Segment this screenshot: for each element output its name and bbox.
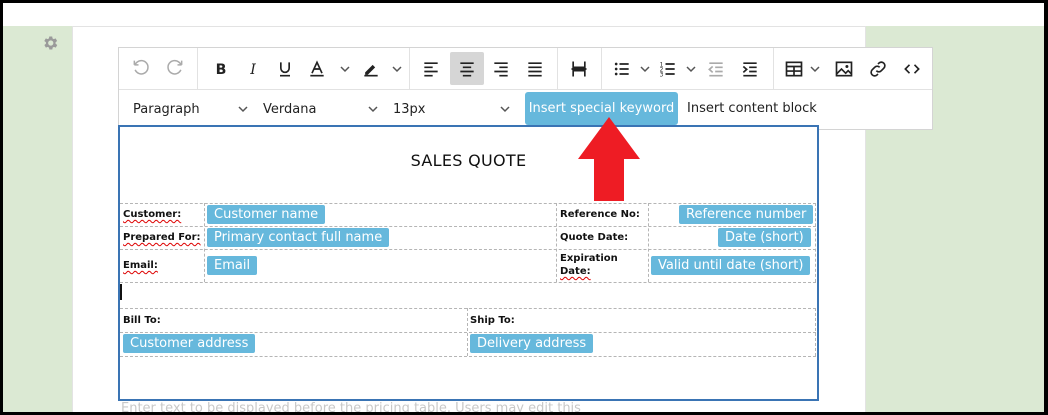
keyword-reference-number[interactable]: Reference number <box>679 205 814 224</box>
label-bill-to: Bill To: <box>123 315 161 326</box>
link-icon[interactable] <box>865 52 891 85</box>
chevron-down-icon[interactable] <box>639 48 651 89</box>
toolbar-divider <box>557 48 558 89</box>
outdent-icon[interactable] <box>703 52 729 85</box>
toolbar-divider <box>197 48 198 89</box>
editor-toolbar: B I 1 2 3 Paragraph Verdana 13px Insert … <box>118 47 933 130</box>
italic-icon[interactable]: I <box>239 52 267 85</box>
table-icon[interactable] <box>781 52 807 85</box>
chevron-down-icon[interactable] <box>391 48 403 89</box>
toolbar-divider <box>601 48 602 89</box>
table-border <box>648 203 649 282</box>
svg-text:B: B <box>216 62 227 78</box>
underline-icon[interactable] <box>271 52 299 85</box>
annotation-arrow-icon <box>578 117 640 201</box>
keyword-customer-name[interactable]: Customer name <box>207 205 326 224</box>
label-expiration: Expiration <box>560 253 618 264</box>
align-justify-icon[interactable] <box>521 52 549 85</box>
pricing-table-intro-hint[interactable]: Enter text to be displayed before the pr… <box>121 401 581 412</box>
label-ship-to: Ship To: <box>470 315 515 326</box>
toolbar-row-insert: Paragraph Verdana 13px Insert special ke… <box>119 89 932 129</box>
document-editor[interactable]: SALES QUOTE Customer: Customer name Refe… <box>118 125 819 401</box>
table-border <box>556 203 557 282</box>
chevron-down-icon[interactable] <box>685 48 697 89</box>
toolbar-row-formatting: B I 1 2 3 <box>119 48 932 90</box>
table-border <box>815 308 816 356</box>
svg-text:I: I <box>249 62 256 78</box>
label-customer: Customer: <box>123 209 182 220</box>
bullet-list-icon[interactable] <box>609 52 635 85</box>
chevron-down-icon[interactable] <box>367 89 379 129</box>
align-left-icon[interactable] <box>417 52 445 85</box>
chevron-down-icon[interactable] <box>237 89 249 129</box>
label-email: Email: <box>123 260 158 271</box>
table-border <box>467 308 468 356</box>
align-center-icon[interactable] <box>450 52 484 85</box>
chevron-down-icon[interactable] <box>499 89 511 129</box>
page-break-icon[interactable] <box>565 52 593 85</box>
top-strip <box>3 3 1044 26</box>
table-border <box>120 203 816 204</box>
table-border <box>120 356 816 357</box>
font-family-select[interactable]: Verdana <box>263 89 316 129</box>
keyword-valid-until-date[interactable]: Valid until date (short) <box>651 256 811 275</box>
font-size-value: 13px <box>393 101 426 117</box>
keyword-customer-address[interactable]: Customer address <box>123 334 256 353</box>
keyword-primary-contact[interactable]: Primary contact full name <box>207 228 390 247</box>
table-border <box>120 282 816 283</box>
svg-text:3: 3 <box>660 72 664 78</box>
document-title: SALES QUOTE <box>410 151 527 170</box>
numbered-list-icon[interactable]: 123 <box>655 52 681 85</box>
font-family-value: Verdana <box>263 101 317 117</box>
bold-icon[interactable]: B <box>207 52 235 85</box>
label-expiration-date: Date: <box>560 266 591 277</box>
block-format-value: Paragraph <box>133 101 200 117</box>
indent-icon[interactable] <box>737 52 763 85</box>
source-code-icon[interactable] <box>899 52 925 85</box>
font-size-select[interactable]: 13px <box>393 89 426 129</box>
insert-content-block-button[interactable]: Insert content block <box>687 92 817 125</box>
toolbar-divider <box>409 48 410 89</box>
keyword-delivery-address[interactable]: Delivery address <box>470 334 594 353</box>
text-color-icon[interactable] <box>303 52 331 85</box>
align-right-icon[interactable] <box>487 52 515 85</box>
label-prepared-for: Prepared For: <box>123 232 201 243</box>
keyword-email[interactable]: Email <box>207 256 258 275</box>
redo-icon[interactable] <box>161 52 189 85</box>
chevron-down-icon[interactable] <box>339 48 351 89</box>
toolbar-divider <box>773 48 774 89</box>
undo-icon[interactable] <box>127 52 155 85</box>
table-border <box>120 308 816 309</box>
table-border <box>120 226 816 227</box>
table-border <box>204 203 205 282</box>
block-format-select[interactable]: Paragraph <box>133 89 200 129</box>
text-cursor <box>120 284 122 300</box>
label-reference-no: Reference No: <box>560 209 640 220</box>
table-border <box>120 332 816 333</box>
image-icon[interactable] <box>831 52 857 85</box>
keyword-date-short[interactable]: Date (short) <box>718 228 811 247</box>
chevron-down-icon[interactable] <box>809 48 821 89</box>
gear-icon[interactable] <box>41 34 59 52</box>
highlight-color-icon[interactable] <box>357 52 385 85</box>
table-border <box>815 203 816 282</box>
table-border <box>120 249 816 250</box>
label-quote-date: Quote Date: <box>560 232 629 243</box>
app-frame: B I 1 2 3 Paragraph Verdana 13px Insert … <box>3 3 1044 412</box>
